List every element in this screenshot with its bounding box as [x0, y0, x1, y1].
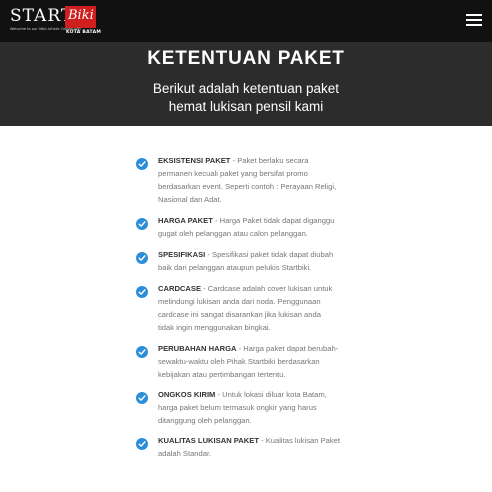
term-line: harga paket belum termasuk ongkir yang h… [158, 401, 358, 414]
term-line: EKSISTENSI PAKET - Paket berlaku secara [158, 154, 358, 167]
term-line: sewaktu-waktu oleh Pihak Startbiki berda… [158, 355, 358, 368]
check-circle-icon [136, 346, 148, 358]
term-line: CARDCASE - Cardcase adalah cover lukisan… [158, 282, 358, 295]
term-title: HARGA PAKET [158, 216, 213, 225]
term-description: tidak ingin menggunakan bingkai. [158, 323, 271, 332]
page-title: KETENTUAN PAKET [147, 48, 345, 69]
term-description: cardcase ini sangat disarankan jika luki… [158, 310, 321, 319]
term-description: sewaktu-waktu oleh Pihak Startbiki berda… [158, 357, 320, 366]
term-title: SPESIFIKASI [158, 250, 206, 259]
term-line: gugat oleh pelanggan atau calon pelangga… [158, 227, 358, 240]
term-title: ONGKOS KIRIM [158, 390, 216, 399]
term-description: Untuk lokasi diluar kota Batam, [222, 390, 327, 399]
term-title: CARDCASE [158, 284, 202, 293]
logo-city: KOTA BATAM [66, 30, 102, 35]
term-separator: - [201, 284, 208, 293]
hamburger-menu-icon[interactable] [466, 14, 484, 28]
term-description: gugat oleh pelanggan atau calon pelangga… [158, 229, 308, 238]
menu-bar [466, 24, 482, 26]
check-circle-icon [136, 286, 148, 298]
term-line: Nasional dan Adat. [158, 193, 358, 206]
subtitle-line: hemat lukisan pensil kami [168, 99, 324, 114]
term-description: kebijakan atau pertimbangan tertentu. [158, 370, 286, 379]
term-line: adalah Standar. [158, 447, 358, 460]
menu-bar [466, 19, 482, 21]
page-subtitle: Berikut adalah ketentuan paket hemat luk… [0, 80, 492, 116]
logo-start-text: START [10, 6, 74, 26]
term-description: harga paket belum termasuk ongkir yang h… [158, 403, 317, 412]
term-description: Kualitas lukisan Paket [265, 436, 341, 445]
term-line: kebijakan atau pertimbangan tertentu. [158, 368, 358, 381]
term-line: tidak ingin menggunakan bingkai. [158, 321, 358, 334]
term-line: melindungi lukisan anda dari noda. Pengg… [158, 295, 358, 308]
term-description: berdasarkan event. Seperti contoh : Pera… [158, 182, 337, 191]
term-description: ditanggung oleh pelanggan. [158, 416, 252, 425]
term-description: Harga Paket tidak dapat diganggu [219, 216, 335, 225]
term-separator: - [205, 250, 213, 259]
check-circle-icon [136, 218, 148, 230]
term-text: PERUBAHAN HARGA - Harga paket dapat beru… [158, 342, 358, 381]
term-title: EKSISTENSI PAKET [158, 156, 231, 165]
term-text: SPESIFIKASI - Spesifikasi paket tidak da… [158, 248, 358, 274]
term-line: permanen kecuali paket yang bersifat pro… [158, 167, 358, 180]
hero-banner: KETENTUAN PAKET Berikut adalah ketentuan… [0, 42, 492, 126]
term-line: KUALITAS LUKISAN PAKET - Kualitas lukisa… [158, 434, 358, 447]
term-line: baik dari pelanggan ataupun pelukis Star… [158, 261, 358, 274]
term-line: cardcase ini sangat disarankan jika luki… [158, 308, 358, 321]
top-navbar: START Biki Welcome to our little Artisti… [0, 0, 492, 42]
startbiki-logo[interactable]: START Biki Welcome to our little Artisti… [10, 6, 102, 36]
term-line: SPESIFIKASI - Spesifikasi paket tidak da… [158, 248, 358, 261]
term-description: Cardcase adalah cover lukisan untuk [207, 284, 333, 293]
menu-bar [466, 14, 482, 16]
term-line: berdasarkan event. Seperti contoh : Pera… [158, 180, 358, 193]
check-circle-icon [136, 392, 148, 404]
term-text: EKSISTENSI PAKET - Paket berlaku secara p… [158, 154, 358, 206]
term-description: adalah Standar. [158, 449, 212, 458]
term-text: HARGA PAKET - Harga Paket tidak dapat di… [158, 214, 358, 240]
term-line: ONGKOS KIRIM - Untuk lokasi diluar kota … [158, 388, 358, 401]
term-text: KUALITAS LUKISAN PAKET - Kualitas lukisa… [158, 434, 358, 460]
term-description: Harga paket dapat berubah- [243, 344, 339, 353]
term-line: ditanggung oleh pelanggan. [158, 414, 358, 427]
term-text: ONGKOS KIRIM - Untuk lokasi diluar kota … [158, 388, 358, 427]
logo-biki-text: Biki [68, 8, 94, 23]
term-line: HARGA PAKET - Harga Paket tidak dapat di… [158, 214, 358, 227]
term-separator: - [258, 436, 266, 445]
term-title: KUALITAS LUKISAN PAKET [158, 436, 259, 445]
term-description: Spesifikasi paket tidak dapat diubah [212, 250, 334, 259]
term-text: CARDCASE - Cardcase adalah cover lukisan… [158, 282, 358, 334]
check-circle-icon [136, 158, 148, 170]
term-description: baik dari pelanggan ataupun pelukis Star… [158, 263, 312, 272]
term-description: Nasional dan Adat. [158, 195, 222, 204]
subtitle-line: Berikut adalah ketentuan paket [152, 81, 340, 96]
term-description: permanen kecuali paket yang bersifat pro… [158, 169, 308, 178]
term-title: PERUBAHAN HARGA [158, 344, 237, 353]
check-circle-icon [136, 252, 148, 264]
term-line: PERUBAHAN HARGA - Harga paket dapat beru… [158, 342, 358, 355]
term-separator: - [212, 216, 220, 225]
check-circle-icon [136, 438, 148, 450]
term-description: Paket berlaku secara [237, 156, 309, 165]
term-description: melindungi lukisan anda dari noda. Pengg… [158, 297, 321, 306]
